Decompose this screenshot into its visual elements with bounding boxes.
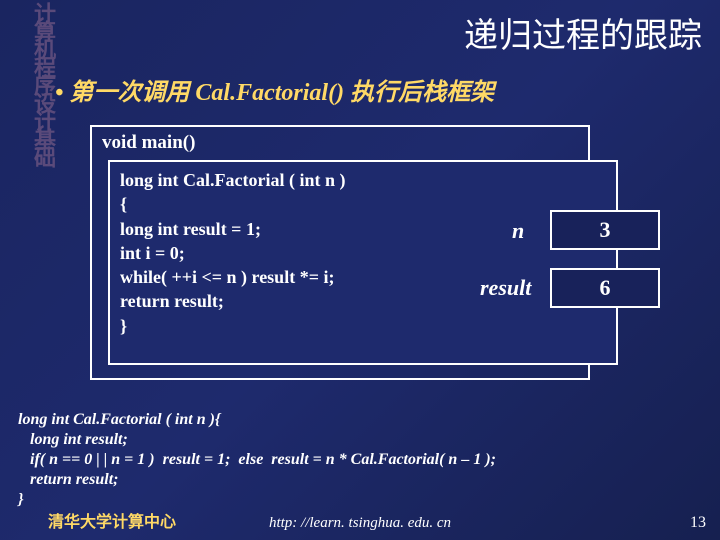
main-declaration: void main() — [102, 132, 195, 154]
var-label-result: result — [480, 275, 531, 301]
code-line-6: return result; — [120, 289, 480, 313]
footer-left: 清华大学计算中心 — [48, 508, 176, 532]
code-line-4: int i = 0; — [120, 241, 480, 265]
side-label: 计算机程序设计基础 — [2, 2, 52, 164]
code-line-1: long int Cal.Factorial ( int n ) — [120, 168, 480, 192]
subtitle-suffix: 执行后栈框架 — [344, 80, 494, 106]
var-cell-result: 6 — [550, 268, 660, 308]
var-label-n: n — [512, 218, 524, 244]
code-line-7: } — [120, 314, 480, 338]
inner-code-block: long int Cal.Factorial ( int n ) { long … — [120, 168, 480, 338]
code-line-3: long int result = 1; — [120, 217, 480, 241]
subtitle: • 第一次调用 Cal.Factorial() 执行后栈框架 — [55, 72, 494, 107]
page-number: 13 — [690, 514, 706, 532]
subtitle-prefix: • 第一次调用 — [55, 80, 195, 106]
code-line-2: { — [120, 192, 480, 216]
code-line-5: while( ++i <= n ) result *= i; — [120, 265, 480, 289]
footer-url: http: //learn. tsinghua. edu. cn — [269, 515, 451, 532]
var-cell-n: 3 — [550, 210, 660, 250]
bottom-code-block: long int Cal.Factorial ( int n ){ long i… — [18, 410, 496, 510]
main-decl-text: void main() — [102, 132, 195, 153]
subtitle-fn: Cal.Factorial() — [195, 80, 344, 106]
slide-title: 递归过程的跟踪 — [464, 8, 702, 57]
